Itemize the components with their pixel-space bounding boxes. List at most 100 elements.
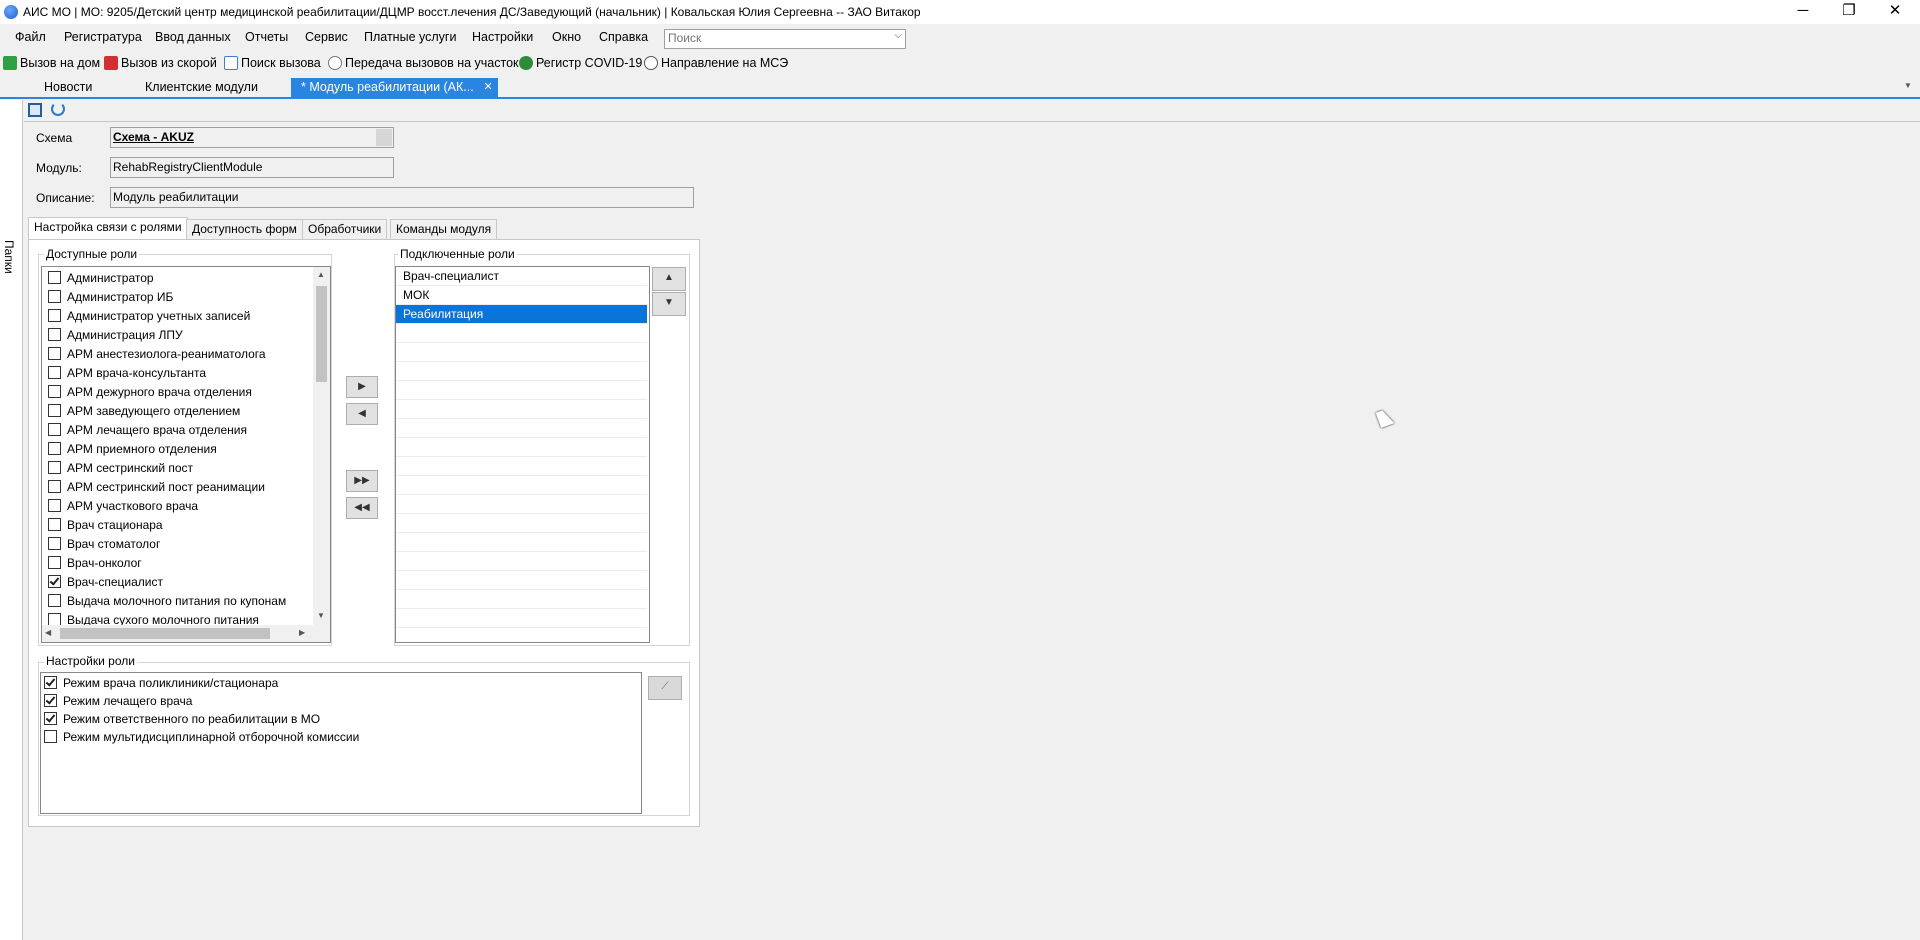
role-setting-item[interactable]: Режим ответственного по реабилитации в М… [44,710,320,729]
tab-handlers[interactable]: Обработчики [302,219,388,240]
empty-grid-row[interactable] [396,552,647,571]
setting-checkbox[interactable] [44,694,57,707]
scheme-picker-button[interactable] [376,129,392,146]
setting-checkbox[interactable] [44,676,57,689]
role-checkbox[interactable] [48,556,61,569]
scroll-left-icon[interactable]: ◀ [45,628,51,637]
available-role-item[interactable]: Администрация ЛПУ [48,326,183,345]
empty-grid-row[interactable] [396,533,647,552]
available-role-item[interactable]: Врач стационара [48,516,163,535]
available-role-item[interactable]: АРМ анестезиолога-реаниматолога [48,345,266,364]
tab-news[interactable]: Новости [34,78,102,97]
scroll-right-icon[interactable]: ▶ [299,628,305,637]
scroll-up-icon[interactable]: ▲ [317,270,325,279]
role-checkbox[interactable] [48,290,61,303]
role-checkbox[interactable] [48,423,61,436]
save-icon[interactable] [28,103,42,117]
role-checkbox[interactable] [48,442,61,455]
setting-checkbox[interactable] [44,730,57,743]
available-role-item[interactable]: АРМ приемного отделения [48,440,217,459]
empty-grid-row[interactable] [396,381,647,400]
ambulance-call-button[interactable]: Вызов из скорой [104,56,217,70]
remove-all-roles-button[interactable]: ◀◀ [346,497,378,519]
role-checkbox[interactable] [48,271,61,284]
empty-grid-row[interactable] [396,476,647,495]
search-input[interactable] [665,30,878,46]
minimize-button[interactable]: ─ [1780,0,1826,24]
add-all-roles-button[interactable]: ▶▶ [346,470,378,492]
role-checkbox[interactable] [48,328,61,341]
available-role-item[interactable]: АРМ дежурного врача отделения [48,383,252,402]
scroll-thumb[interactable] [316,286,327,382]
menu-data-entry[interactable]: Ввод данных [155,30,231,44]
search-call-button[interactable]: Поиск вызова [224,56,321,70]
available-role-item[interactable]: Администратор ИБ [48,288,173,307]
covid-registry-button[interactable]: Регистр COVID-19 [519,56,642,70]
empty-grid-row[interactable] [396,571,647,590]
role-checkbox[interactable] [48,537,61,550]
available-roles-list[interactable]: Администратор Администратор ИБ Администрат… [41,266,331,643]
empty-grid-row[interactable] [396,590,647,609]
empty-grid-row[interactable] [396,324,647,343]
available-role-item[interactable]: Выдача молочного питания по купонам [48,592,286,611]
mse-referral-button[interactable]: Направление на МСЭ [644,56,788,70]
available-role-item[interactable]: Врач стоматолог [48,535,160,554]
role-checkbox[interactable] [48,366,61,379]
role-checkbox[interactable] [48,309,61,322]
scheme-field[interactable]: Схема - AKUZ [110,127,394,148]
menu-registry[interactable]: Регистратура [64,30,142,44]
scroll-down-icon[interactable]: ▼ [317,611,325,620]
available-role-item[interactable]: Администратор [48,269,154,288]
home-call-button[interactable]: Вызов на дом [3,56,100,70]
tab-form-availability[interactable]: Доступность форм [186,219,303,240]
remove-role-button[interactable]: ◀ [346,403,378,425]
role-checkbox[interactable] [48,499,61,512]
move-up-button[interactable]: ▲ [652,267,686,291]
hscroll-thumb[interactable] [60,628,270,639]
empty-grid-row[interactable] [396,343,647,362]
tab-module-commands[interactable]: Команды модуля [390,219,498,240]
empty-grid-row[interactable] [396,628,647,642]
role-checkbox[interactable] [48,594,61,607]
role-checkbox[interactable] [48,385,61,398]
empty-grid-row[interactable] [396,362,647,381]
role-checkbox[interactable] [48,575,61,588]
empty-grid-row[interactable] [396,419,647,438]
available-role-item[interactable]: АРМ врача-консультанта [48,364,206,383]
menu-file[interactable]: Файл [15,30,46,44]
available-role-item[interactable]: Врач-онколог [48,554,142,573]
role-checkbox[interactable] [48,404,61,417]
role-checkbox[interactable] [48,480,61,493]
empty-grid-row[interactable] [396,457,647,476]
role-checkbox[interactable] [48,461,61,474]
connected-role-row[interactable]: Реабилитация [396,305,647,324]
empty-grid-row[interactable] [396,400,647,419]
vertical-scrollbar[interactable]: ▲ ▼ [313,267,330,625]
menu-settings[interactable]: Настройки [472,30,533,44]
available-role-item[interactable]: АРМ лечащего врача отделения [48,421,247,440]
restore-button[interactable]: ❐ [1826,0,1872,24]
setting-checkbox[interactable] [44,712,57,725]
tab-rehab-module[interactable]: * Модуль реабилитации (АК... ✕ [291,78,498,97]
available-role-item[interactable]: АРМ заведующего отделением [48,402,240,421]
menu-paid-services[interactable]: Платные услуги [364,30,456,44]
empty-grid-row[interactable] [396,495,647,514]
refresh-icon[interactable] [51,102,65,116]
module-field[interactable]: RehabRegistryClientModule [110,157,394,178]
menu-service[interactable]: Сервис [305,30,348,44]
empty-grid-row[interactable] [396,609,647,628]
tab-roles-binding[interactable]: Настройка связи с ролями [28,217,188,241]
available-role-item[interactable]: АРМ сестринский пост реанимации [48,478,265,497]
menu-help[interactable]: Справка [599,30,648,44]
horizontal-scrollbar[interactable]: ◀ ▶ [42,625,330,642]
description-field[interactable]: Модуль реабилитации [110,187,694,208]
connected-role-row[interactable]: Врач-специалист [396,267,647,286]
tab-client-modules[interactable]: Клиентские модули [135,78,268,97]
move-down-button[interactable]: ▼ [652,292,686,316]
transfer-calls-button[interactable]: Передача вызовов на участок [328,56,519,70]
close-window-button[interactable]: ✕ [1872,0,1918,24]
available-role-item[interactable]: Врач-специалист [48,573,163,592]
tab-list-dropdown-icon[interactable]: ▼ [1904,81,1912,90]
chevron-down-icon[interactable]: ⌵ [894,30,902,41]
empty-grid-row[interactable] [396,438,647,457]
